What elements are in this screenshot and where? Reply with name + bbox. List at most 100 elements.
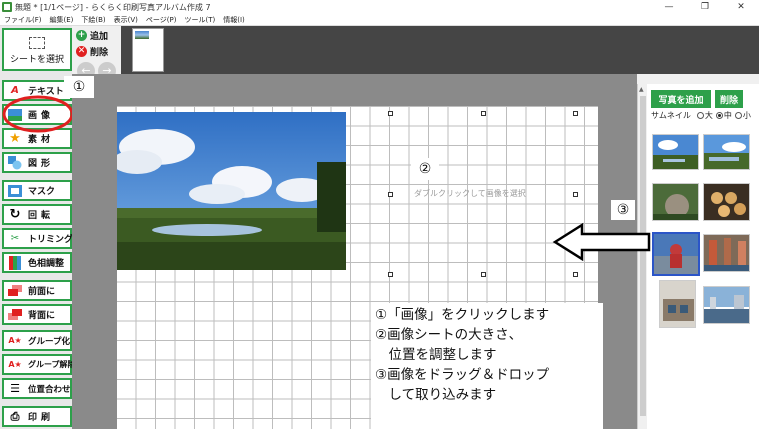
drag-arrow-icon (552, 222, 651, 262)
size-small-label: 小 (742, 111, 751, 120)
resize-handle[interactable] (388, 272, 393, 277)
printer-icon: ⎙ (10, 409, 20, 423)
ungroup-icon: A★ (8, 360, 22, 369)
step3-callout: ③ (611, 200, 635, 220)
photo-panel: 写真を追加 削除 サムネイル 大 中 小 (647, 84, 759, 429)
mask-tool-button[interactable]: マスク (2, 180, 72, 201)
photo-thumbnail[interactable] (659, 280, 696, 328)
menu-file[interactable]: ファイル(F) (0, 15, 46, 25)
instruction-line: して取り込みます (375, 387, 497, 403)
step1-callout: ① (64, 76, 94, 98)
resize-handle[interactable] (573, 111, 578, 116)
size-medium-radio[interactable] (715, 112, 723, 119)
group-button[interactable]: A★ グループ化 (2, 330, 72, 351)
shape-tool-label: 図形 (28, 159, 55, 169)
photo-thumbnail[interactable] (703, 134, 750, 170)
send-back-button[interactable]: 背面に (2, 304, 72, 325)
ungroup-label: グループ解除 (28, 360, 76, 369)
app-window: 無題 * [1/1ページ] - らくらく印刷写真アルバム作成 7 — ❐ ✕ フ… (0, 0, 759, 429)
mask-icon (8, 184, 22, 198)
photo-thumbnail[interactable] (703, 183, 750, 221)
minimize-button[interactable]: — (651, 0, 687, 14)
photo-thumbnail[interactable] (703, 234, 750, 272)
instruction-line: 位置を調整します (375, 347, 497, 363)
resize-handle[interactable] (573, 192, 578, 197)
size-large-radio[interactable] (696, 112, 704, 119)
resize-handle[interactable] (481, 272, 486, 277)
empty-image-hint: ダブルクリックして画像を選択 (414, 189, 526, 198)
select-sheet-label: シートを選択 (9, 55, 64, 65)
photo-thumbnail[interactable] (652, 134, 699, 170)
instructions-box: ①「画像」をクリックします ②画像シートの大きさ、 位置を調整します ③画像をド… (371, 303, 603, 429)
rotate-tool-button[interactable]: ↻ 回転 (2, 204, 72, 225)
scroll-up-icon[interactable]: ▲ (639, 86, 644, 93)
send-back-label: 背面に (28, 311, 56, 321)
group-icon: A★ (8, 336, 22, 345)
menu-info[interactable]: 情報(I) (219, 15, 249, 25)
delete-page-button[interactable]: ✕ 削除 (76, 44, 118, 58)
delete-photo-button[interactable]: 削除 (715, 90, 743, 108)
size-medium-label: 中 (723, 111, 732, 120)
menu-tools[interactable]: ツール(T) (180, 15, 219, 25)
resize-handle[interactable] (481, 111, 486, 116)
align-icon: ☰ (10, 382, 20, 395)
menu-page[interactable]: ページ(P) (142, 15, 181, 25)
align-button[interactable]: ☰ 位置合わせ (2, 378, 72, 399)
page-thumbnail[interactable] (132, 28, 164, 72)
window-title: 無題 * [1/1ページ] - らくらく印刷写真アルバム作成 7 (15, 2, 211, 12)
add-page-button[interactable]: + 追加 (76, 28, 118, 42)
photo-thumbnail[interactable] (703, 286, 750, 324)
size-large-label: 大 (704, 111, 713, 120)
close-button[interactable]: ✕ (723, 0, 759, 14)
send-back-icon (8, 308, 22, 322)
trimming-tool-button[interactable]: ✂ トリミング (2, 228, 74, 249)
resize-handle[interactable] (573, 272, 578, 277)
thumbnail-size-row: サムネイル 大 中 小 (651, 110, 751, 121)
window-controls: — ❐ ✕ (651, 0, 759, 14)
photo-thumbnail-selected[interactable] (652, 232, 700, 276)
menu-view[interactable]: 表示(V) (110, 15, 142, 25)
instruction-line: ②画像シートの大きさ、 (375, 327, 523, 343)
select-sheet-icon (29, 37, 45, 49)
menu-edit[interactable]: 編集(E) (46, 15, 78, 25)
instruction-line: ①「画像」をクリックします (375, 307, 550, 323)
ungroup-button[interactable]: A★ グループ解除 (2, 354, 76, 375)
bring-front-icon (8, 284, 22, 298)
instruction-line: ③画像をドラッグ＆ドロップ (375, 367, 550, 383)
step2-callout: ② (411, 158, 439, 180)
trimming-tool-label: トリミング (28, 235, 74, 245)
resize-handle[interactable] (388, 111, 393, 116)
title-bar: 無題 * [1/1ページ] - らくらく印刷写真アルバム作成 7 — ❐ ✕ (0, 0, 759, 14)
add-page-label: 追加 (90, 31, 109, 42)
color-bars-icon (8, 255, 22, 270)
color-adjust-tool-button[interactable]: 色相調整 (2, 252, 72, 273)
add-photo-button[interactable]: 写真を追加 (651, 90, 711, 108)
page-strip (121, 26, 759, 74)
app-icon (2, 2, 12, 12)
scissors-icon: ✂ (10, 233, 20, 244)
placed-photo[interactable] (117, 112, 346, 270)
rotate-tool-label: 回転 (28, 211, 55, 221)
page-thumbnail-photo (135, 31, 149, 39)
delete-page-label: 削除 (90, 47, 109, 58)
shape-tool-button[interactable]: 図形 (2, 152, 72, 173)
delete-icon: ✕ (76, 45, 87, 57)
menu-bar: ファイル(F) 編集(E) 下絵(B) 表示(V) ページ(P) ツール(T) … (0, 14, 759, 26)
photo-thumbnail[interactable] (652, 183, 699, 221)
group-label: グループ化 (28, 336, 70, 347)
maximize-button[interactable]: ❐ (687, 0, 723, 14)
select-sheet-button[interactable]: シートを選択 (2, 28, 72, 71)
rotate-icon: ↻ (9, 207, 21, 222)
size-small-radio[interactable] (734, 112, 742, 119)
menu-background[interactable]: 下絵(B) (77, 15, 109, 25)
bring-front-label: 前面に (28, 287, 56, 297)
image-button-highlight (2, 95, 74, 133)
color-adjust-tool-label: 色相調整 (28, 259, 65, 269)
mask-tool-label: マスク (28, 187, 56, 197)
print-label: 印刷 (28, 413, 55, 423)
bring-front-button[interactable]: 前面に (2, 280, 72, 301)
shape-icon (8, 155, 22, 170)
thumbnail-size-label: サムネイル (651, 111, 691, 120)
print-button[interactable]: ⎙ 印刷 (2, 406, 72, 427)
resize-handle[interactable] (388, 192, 393, 197)
